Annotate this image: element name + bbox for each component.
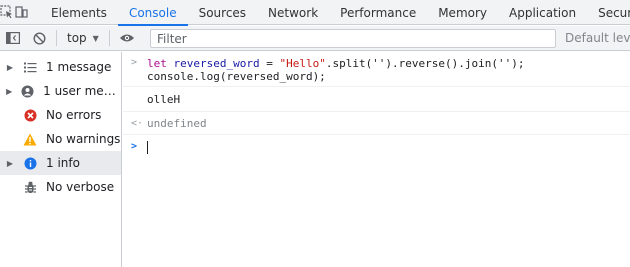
input-chevron-icon: >: [131, 57, 138, 68]
sidebar-item-label: 1 info: [46, 156, 80, 170]
expand-arrow-icon[interactable]: ▶: [0, 87, 18, 96]
tab-performance[interactable]: Performance: [329, 0, 427, 25]
code-string: "Hello": [279, 57, 326, 70]
sidebar-item-label: 1 message: [46, 60, 112, 74]
sidebar-toggle-icon[interactable]: [0, 26, 26, 50]
toolbar-divider: [56, 30, 57, 46]
code-variable: reversed_word: [173, 57, 260, 70]
context-selector[interactable]: top ▼: [61, 26, 105, 50]
chevron-down-icon: ▼: [92, 33, 99, 43]
eye-icon[interactable]: [114, 26, 140, 50]
info-icon: [22, 155, 38, 171]
sidebar-item-label: 1 user mess...: [43, 84, 121, 98]
sidebar-item-user-messages[interactable]: ▶ 1 user mess...: [0, 79, 121, 103]
code-line-2: console.log(reversed_word);: [147, 70, 326, 83]
tab-elements[interactable]: Elements: [40, 0, 118, 25]
console-toolbar: top ▼ Default levels: [0, 26, 630, 51]
tab-sources[interactable]: Sources: [188, 0, 257, 25]
device-toolbar-icon[interactable]: [14, 0, 28, 24]
expand-arrow-icon[interactable]: ▶: [0, 159, 20, 168]
sidebar-item-errors[interactable]: No errors: [0, 103, 121, 127]
user-icon: [20, 83, 35, 99]
sidebar-item-label: No errors: [46, 108, 102, 122]
console-sidebar: ▶ 1 message ▶ 1 user mess... No errors N…: [0, 52, 122, 267]
bug-icon: [22, 179, 38, 195]
log-levels-dropdown[interactable]: Default levels: [565, 26, 630, 50]
tab-console[interactable]: Console: [117, 0, 188, 26]
code-keyword: let: [147, 57, 167, 70]
expand-arrow-icon[interactable]: ▶: [0, 63, 20, 72]
error-icon: [22, 107, 38, 123]
toolbar-divider: [108, 30, 110, 46]
tab-application[interactable]: Application: [498, 0, 587, 25]
clear-console-icon[interactable]: [26, 26, 52, 50]
sidebar-item-info[interactable]: ▶ 1 info: [0, 151, 121, 175]
console-prompt[interactable]: >: [123, 135, 630, 157]
sidebar-item-label: No warnings: [46, 132, 121, 146]
console-output[interactable]: > let reversed_word = "Hello".split('').…: [123, 52, 630, 267]
tab-network[interactable]: Network: [257, 0, 329, 25]
devtools-tab-bar: Elements Console Sources Network Perform…: [0, 0, 630, 26]
sidebar-item-verbose[interactable]: No verbose: [0, 175, 121, 199]
return-arrow-icon: <·: [131, 118, 144, 129]
code-method-chain: .split('').reverse().join('');: [325, 57, 525, 70]
code-line-1: let reversed_word = "Hello".split('').re…: [147, 57, 630, 70]
tab-security[interactable]: Security: [587, 0, 630, 25]
console-log-output: olleH: [123, 87, 630, 112]
text-cursor: [147, 140, 148, 154]
list-icon: [22, 59, 38, 75]
context-label: top: [67, 31, 87, 45]
console-return-value: <· undefined: [123, 112, 630, 135]
inspect-element-icon[interactable]: [0, 0, 14, 24]
code-operator: =: [259, 57, 280, 70]
return-value-text: undefined: [147, 117, 207, 130]
sidebar-item-warnings[interactable]: No warnings: [0, 127, 121, 151]
sidebar-item-messages[interactable]: ▶ 1 message: [0, 55, 121, 79]
warning-icon: [22, 131, 38, 147]
log-output-text: olleH: [147, 93, 181, 106]
console-input-entry: > let reversed_word = "Hello".split('').…: [123, 52, 630, 87]
tab-memory[interactable]: Memory: [427, 0, 498, 25]
filter-input[interactable]: [150, 29, 556, 48]
prompt-chevron-icon: >: [131, 141, 138, 152]
sidebar-item-label: No verbose: [46, 180, 115, 194]
